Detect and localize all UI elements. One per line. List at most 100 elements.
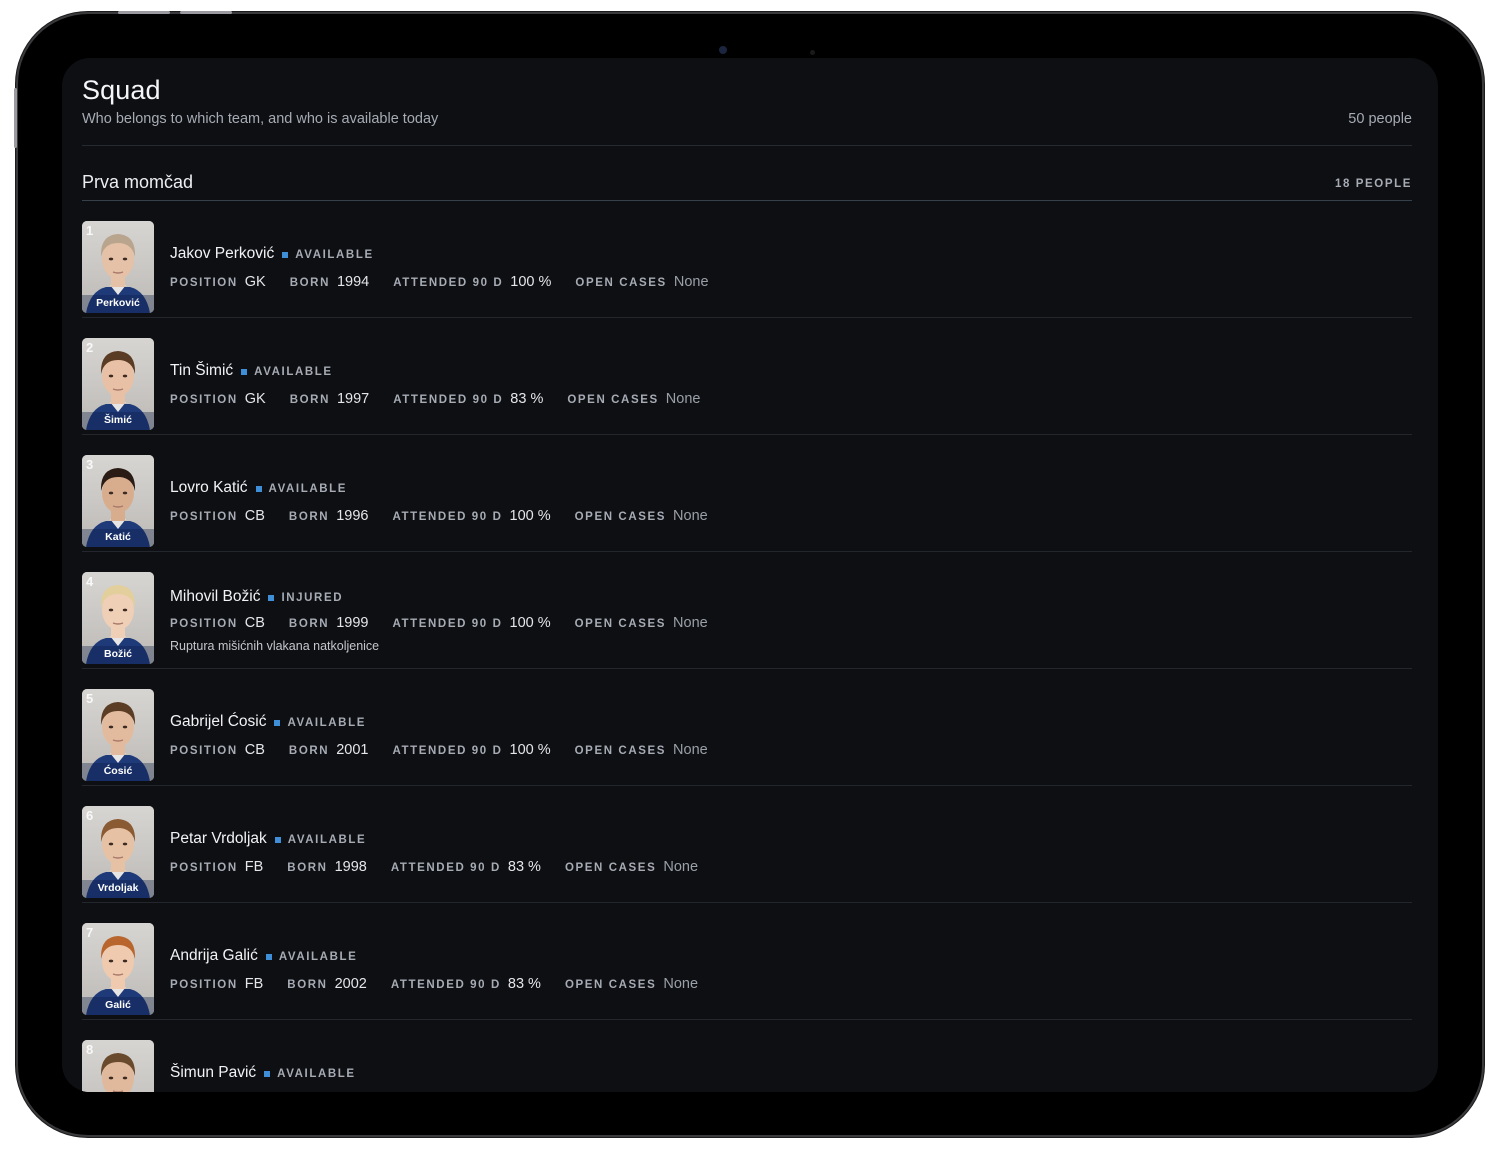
player-stats: POSITION FB BORN 2002 ATTENDED 90 D 83 %… (170, 976, 722, 992)
player-name[interactable]: Andrija Galić (170, 947, 258, 965)
player-name[interactable]: Gabrijel Ćosić (170, 713, 266, 731)
stat-born-label: BORN (288, 745, 330, 757)
player-row[interactable]: 8 Pavić Šimun Pavić AVAILABLE (82, 1020, 1412, 1092)
status-badge: INJURED (268, 592, 343, 604)
stat-attended: ATTENDED 90 D 100 % (393, 274, 551, 290)
stat-attended: ATTENDED 90 D 83 % (391, 976, 541, 992)
stat-attended-label: ATTENDED 90 D (390, 979, 501, 991)
jersey-number: 3 (86, 457, 94, 472)
stat-attended-value: 100 % (509, 615, 551, 631)
status-marker-icon (274, 720, 281, 726)
team-section-title[interactable]: Prva momčad (82, 172, 193, 193)
player-photo[interactable]: 1 Perković (82, 221, 154, 313)
player-row[interactable]: 4 Božić Mihovil Božić INJURED POSITION C… (82, 552, 1412, 669)
stat-position-value: FB (244, 859, 264, 875)
player-list: 1 Perković Jakov Perković AVAILABLE POSI… (82, 201, 1412, 1092)
stat-attended-value: 100 % (510, 274, 552, 290)
stat-open-cases-label: OPEN CASES (564, 979, 657, 991)
stat-attended: ATTENDED 90 D 83 % (393, 391, 543, 407)
player-row[interactable]: 5 Ćosić Gabrijel Ćosić AVAILABLE POSITIO… (82, 669, 1412, 786)
photo-name-plate: Katić (105, 531, 131, 543)
stat-open-cases: OPEN CASES None (565, 859, 698, 875)
player-row[interactable]: 1 Perković Jakov Perković AVAILABLE POSI… (82, 201, 1412, 318)
player-photo[interactable]: 2 Šimić (82, 338, 154, 430)
stat-attended: ATTENDED 90 D 100 % (392, 508, 550, 524)
player-row[interactable]: 3 Katić Lovro Katić AVAILABLE POSITION C… (82, 435, 1412, 552)
stat-open-cases-label: OPEN CASES (567, 394, 659, 406)
player-stats: POSITION FB BORN 1998 ATTENDED 90 D 83 %… (170, 859, 722, 875)
stat-born-value: 1998 (334, 859, 367, 875)
stat-position-label: POSITION (170, 979, 238, 991)
stat-attended: ATTENDED 90 D 100 % (392, 742, 550, 758)
status-badge: AVAILABLE (264, 1068, 356, 1080)
status-marker-icon (282, 252, 289, 258)
stat-attended-label: ATTENDED 90 D (393, 394, 504, 406)
player-stats: POSITION CB BORN 1996 ATTENDED 90 D 100 … (170, 508, 732, 524)
stat-open-cases: OPEN CASES None (575, 742, 708, 758)
stat-open-cases-label: OPEN CASES (574, 511, 667, 523)
player-name[interactable]: Tin Šimić (170, 362, 233, 380)
stat-position-label: POSITION (170, 745, 238, 757)
player-photo[interactable]: 7 Galić (82, 923, 154, 1015)
player-name[interactable]: Jakov Perković (170, 245, 274, 263)
player-photo[interactable]: 4 Božić (82, 572, 154, 664)
stat-position-label: POSITION (170, 277, 238, 289)
stat-attended: ATTENDED 90 D 83 % (391, 859, 541, 875)
player-name[interactable]: Mihovil Božić (170, 588, 260, 606)
stat-born-value: 1997 (336, 391, 370, 407)
player-stats: POSITION GK BORN 1994 ATTENDED 90 D 100 … (170, 274, 733, 290)
player-stats: POSITION CB BORN 2001 ATTENDED 90 D 100 … (170, 742, 732, 758)
page-title: Squad (82, 75, 161, 105)
divider (82, 145, 1412, 146)
player-name[interactable]: Šimun Pavić (170, 1064, 256, 1082)
stat-attended-value: 83 % (507, 976, 541, 992)
player-row[interactable]: 2 Šimić Tin Šimić AVAILABLE POSITION GK … (82, 318, 1412, 435)
photo-name-plate: Galić (105, 999, 131, 1011)
stat-born: BORN 1999 (289, 615, 369, 631)
status-badge: AVAILABLE (274, 717, 366, 729)
stat-position-value: GK (244, 391, 266, 407)
stat-born-label: BORN (287, 862, 328, 874)
app-screen: Squad Who belongs to which team, and who… (62, 58, 1438, 1092)
status-label: AVAILABLE (287, 717, 366, 729)
stat-position-label: POSITION (170, 394, 238, 406)
front-camera-icon (719, 46, 727, 54)
stat-position: POSITION GK (170, 391, 266, 407)
stat-attended-label: ATTENDED 90 D (393, 277, 504, 289)
player-name-line: Petar Vrdoljak AVAILABLE (170, 830, 366, 848)
status-marker-icon (241, 369, 248, 375)
stat-born-label: BORN (289, 277, 330, 289)
stat-open-cases-label: OPEN CASES (564, 862, 657, 874)
player-row[interactable]: 6 Vrdoljak Petar Vrdoljak AVAILABLE POSI… (82, 786, 1412, 903)
player-name[interactable]: Lovro Katić (170, 479, 248, 497)
player-photo[interactable]: 5 Ćosić (82, 689, 154, 781)
status-label: AVAILABLE (287, 834, 367, 846)
stat-open-cases: OPEN CASES None (575, 274, 708, 290)
status-badge: AVAILABLE (255, 483, 348, 495)
stat-attended-value: 100 % (509, 508, 551, 524)
photo-name-plate: Šimić (103, 414, 132, 426)
stat-open-cases-value: None (673, 742, 708, 758)
status-label: INJURED (281, 592, 344, 604)
stat-position: POSITION GK (170, 274, 266, 290)
page-subtitle: Who belongs to which team, and who is av… (82, 111, 439, 127)
player-name-line: Mihovil Božić INJURED (170, 588, 343, 606)
stat-attended-label: ATTENDED 90 D (392, 618, 503, 630)
player-name[interactable]: Petar Vrdoljak (170, 830, 267, 848)
status-marker-icon (274, 837, 281, 843)
stat-position: POSITION CB (170, 508, 265, 524)
stat-open-cases: OPEN CASES None (575, 615, 708, 631)
player-photo[interactable]: 6 Vrdoljak (82, 806, 154, 898)
stat-born: BORN 1997 (290, 391, 370, 407)
stat-position: POSITION FB (170, 859, 263, 875)
player-photo[interactable]: 8 Pavić (82, 1040, 154, 1092)
player-name-line: Šimun Pavić AVAILABLE (170, 1064, 356, 1082)
stat-open-cases: OPEN CASES None (567, 391, 700, 407)
player-stats: POSITION GK BORN 1997 ATTENDED 90 D 83 %… (170, 391, 724, 407)
status-marker-icon (255, 486, 262, 492)
player-row[interactable]: 7 Galić Andrija Galić AVAILABLE POSITION… (82, 903, 1412, 1020)
stat-born: BORN 2001 (289, 742, 369, 758)
player-photo[interactable]: 3 Katić (82, 455, 154, 547)
player-name-line: Gabrijel Ćosić AVAILABLE (170, 713, 366, 731)
status-label: AVAILABLE (277, 1068, 356, 1080)
